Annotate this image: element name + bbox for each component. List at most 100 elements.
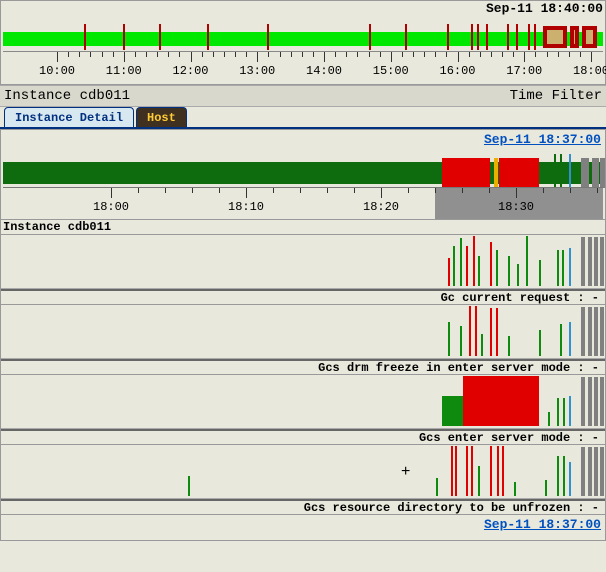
detail-gray-block [592, 158, 599, 188]
instance-title: Instance cdb011 [4, 88, 130, 104]
time-filter-label[interactable]: Time Filter [510, 88, 602, 104]
metric-bar [563, 456, 565, 496]
tab-bar: Instance DetailHost [0, 107, 606, 129]
overview-spike [207, 24, 209, 50]
metric-bar [514, 482, 516, 496]
overview-tick-label: 13:00 [239, 64, 275, 78]
metric-gray-line [581, 237, 585, 286]
overview-spike [405, 24, 407, 50]
metric-bar [539, 260, 541, 286]
metric-bar [557, 456, 559, 496]
detail-tick-label: 18:30 [498, 200, 534, 214]
detail-tick-label: 18:10 [228, 200, 264, 214]
detail-critical-block [442, 158, 490, 188]
detail-gray-block [581, 158, 589, 188]
overview-spike [477, 24, 479, 50]
tab-host[interactable]: Host [136, 107, 187, 127]
metric-bar [473, 236, 475, 286]
metric-gray-line [600, 307, 604, 356]
detail-axis: 18:0018:1018:2018:3018:4 [3, 187, 603, 219]
metric-label: Gc current request : - [1, 289, 605, 305]
overview-tick-label: 17:00 [506, 64, 542, 78]
metric-bar [560, 324, 562, 356]
tab-instance-detail[interactable]: Instance Detail [4, 107, 134, 127]
metric-gray-line [588, 377, 592, 426]
detail-timeline[interactable]: 18:0018:1018:2018:3018:4 [1, 148, 605, 219]
metric-gray-line [594, 377, 598, 426]
metric-bar [471, 446, 473, 496]
metric-bar [451, 446, 453, 496]
metric-bar [563, 398, 565, 426]
metric-bar [436, 478, 438, 496]
metric-gray-line [600, 447, 604, 496]
metric-gray-line [588, 307, 592, 356]
overview-spike [516, 24, 518, 50]
overview-ok-bar [3, 32, 603, 46]
metric-bar [466, 446, 468, 496]
metric-bar [490, 308, 492, 356]
metric-gray-line [594, 447, 598, 496]
metrics-title: Instance cdb011 [1, 219, 605, 235]
overview-spike [159, 24, 161, 50]
detail-panel: Sep-11 18:37:00 18:0018:1018:2018:3018:4… [0, 129, 606, 541]
metric-label: Gcs resource directory to be unfrozen : … [1, 499, 605, 515]
metric-bar [502, 446, 504, 496]
metric-bar [188, 476, 190, 496]
metric-chart[interactable] [1, 235, 605, 289]
metric-bar [526, 236, 528, 286]
metric-chart[interactable]: + [1, 445, 605, 499]
metric-bar [497, 446, 499, 496]
overview-timeline[interactable] [3, 24, 603, 50]
overview-tick-label: 16:00 [439, 64, 475, 78]
detail-critical-block [499, 158, 538, 188]
overview-tick-label: 14:00 [306, 64, 342, 78]
metric-gray-line [600, 377, 604, 426]
overview-spike [528, 24, 530, 50]
overview-spike [534, 24, 536, 50]
metric-bar [469, 306, 471, 356]
metric-gray-line [588, 237, 592, 286]
metric-label: Gcs drm freeze in enter server mode : - [1, 359, 605, 375]
metric-bar [478, 466, 480, 496]
metric-bar [448, 258, 450, 286]
metric-gray-line [594, 237, 598, 286]
metric-gray-line [581, 447, 585, 496]
overview-timestamp: Sep-11 18:40:00 [486, 1, 603, 16]
metric-bar [475, 306, 477, 356]
detail-timestamp-link[interactable]: Sep-11 18:37:00 [1, 130, 605, 148]
overview-axis: 10:0011:0012:0013:0014:0015:0016:0017:00… [3, 51, 603, 85]
metric-bar [460, 238, 462, 286]
metric-block [505, 376, 538, 426]
header-row: Instance cdb011 Time Filter [0, 85, 606, 107]
footer-timestamp-link[interactable]: Sep-11 18:37:00 [1, 515, 605, 540]
overview-spike [447, 24, 449, 50]
cursor-crosshair: + [401, 463, 411, 481]
metric-bar [455, 446, 457, 496]
metric-bar [481, 334, 483, 356]
detail-marker-line [554, 154, 556, 188]
metric-bar [466, 246, 468, 286]
detail-gray-block [600, 158, 605, 188]
overview-spike [486, 24, 488, 50]
metric-bar [453, 246, 455, 286]
metric-chart[interactable] [1, 375, 605, 429]
metric-bar [545, 480, 547, 496]
detail-tick-label: 18:20 [363, 200, 399, 214]
metric-bar [508, 336, 510, 356]
metric-gray-line [581, 377, 585, 426]
overview-warn-inner [574, 30, 576, 44]
metric-bar [569, 396, 571, 426]
overview-tick-label: 11:00 [106, 64, 142, 78]
metric-bar [490, 242, 492, 286]
overview-spike [84, 24, 86, 50]
metric-bar [448, 322, 450, 356]
metric-gray-line [594, 307, 598, 356]
metric-gray-line [581, 307, 585, 356]
metric-chart[interactable] [1, 305, 605, 359]
metric-bar [496, 250, 498, 286]
metric-bar [557, 398, 559, 426]
overview-warn-inner [547, 30, 564, 44]
detail-marker-line [569, 154, 571, 188]
metric-block [463, 376, 505, 426]
overview-spike [369, 24, 371, 50]
